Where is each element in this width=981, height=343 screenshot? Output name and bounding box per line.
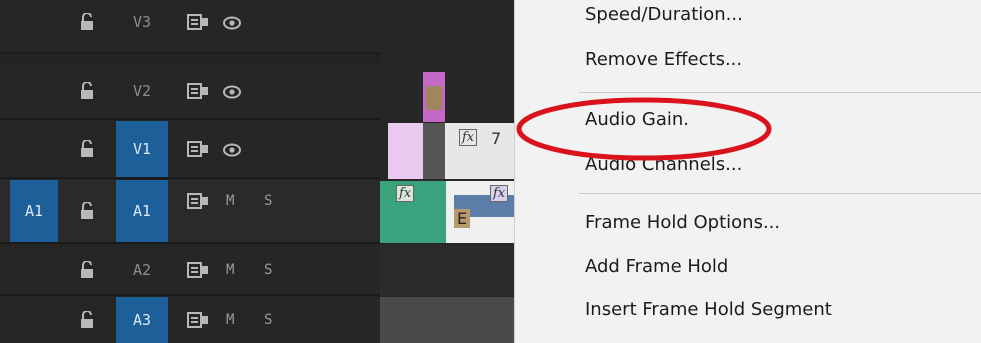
eye-icon[interactable] xyxy=(222,15,242,30)
menu-item-insert-frame-hold-segment[interactable]: Insert Frame Hold Segment xyxy=(585,299,832,320)
track-header-v1: V1 xyxy=(0,121,380,179)
menu-separator xyxy=(579,92,981,93)
context-menu: Speed/Duration... Remove Effects... Audi… xyxy=(514,0,981,343)
track-header-a1: A1 A1 M S xyxy=(0,180,380,244)
lock-open-icon[interactable] xyxy=(80,82,94,100)
track-header-a3: A3 M S xyxy=(0,297,380,343)
solo-button[interactable]: S xyxy=(264,262,272,278)
track-target-a3[interactable]: A3 xyxy=(116,297,168,343)
mute-button[interactable]: M xyxy=(226,262,234,278)
track-target-v1[interactable]: V1 xyxy=(116,121,168,177)
clip-v2[interactable] xyxy=(423,72,445,122)
lane-a2 xyxy=(380,245,520,296)
track-header-v2: V2 xyxy=(0,64,380,120)
track-target-v3[interactable]: V3 xyxy=(116,0,168,52)
lock-open-icon[interactable] xyxy=(80,202,94,220)
sync-lock-icon[interactable] xyxy=(187,14,209,30)
track-target-a2[interactable]: A2 xyxy=(116,245,168,294)
fx-badge: fx xyxy=(490,185,509,202)
track-header-v3: V3 xyxy=(0,0,380,54)
mute-button[interactable]: M xyxy=(226,193,234,209)
sync-lock-icon[interactable] xyxy=(187,193,209,210)
track-header-a2: A2 M S xyxy=(0,245,380,296)
lane-a3 xyxy=(380,297,520,343)
clip-v1-dark[interactable] xyxy=(423,123,445,179)
sync-lock-icon[interactable] xyxy=(187,312,209,328)
timeline-clip-area[interactable]: fx 7 fx fx E xyxy=(380,0,520,343)
lock-open-icon[interactable] xyxy=(80,311,94,329)
clip-v1-pink[interactable] xyxy=(388,123,423,179)
solo-button[interactable]: S xyxy=(264,312,272,328)
menu-item-frame-hold-options[interactable]: Frame Hold Options... xyxy=(585,212,780,233)
track-target-a1[interactable]: A1 xyxy=(116,180,168,242)
track-header-panel: V3 V2 V1 A1 A1 M S A2 M S A3 M S xyxy=(0,0,380,343)
menu-item-speed-duration[interactable]: Speed/Duration... xyxy=(585,4,743,25)
sync-lock-icon[interactable] xyxy=(187,83,209,99)
mute-button[interactable]: M xyxy=(226,312,234,328)
lock-open-icon[interactable] xyxy=(80,140,94,158)
eye-icon[interactable] xyxy=(222,142,242,157)
source-patch-a1[interactable]: A1 xyxy=(10,180,58,242)
clip-label: 7 xyxy=(491,129,502,148)
fx-badge: fx xyxy=(396,185,415,202)
solo-button[interactable]: S xyxy=(264,193,272,209)
menu-item-audio-gain[interactable]: Audio Gain. xyxy=(585,109,689,130)
menu-item-add-frame-hold[interactable]: Add Frame Hold xyxy=(585,256,728,277)
menu-item-audio-channels[interactable]: Audio Channels... xyxy=(585,154,742,175)
clip-v1-main[interactable]: fx 7 xyxy=(445,123,520,179)
eye-icon[interactable] xyxy=(222,84,242,99)
sync-lock-icon[interactable] xyxy=(187,141,209,157)
clip-label: E xyxy=(454,209,471,228)
fx-badge: fx xyxy=(459,129,478,146)
sync-lock-icon[interactable] xyxy=(187,261,209,278)
lock-open-icon[interactable] xyxy=(80,260,94,279)
lock-open-icon[interactable] xyxy=(80,13,94,31)
clip-a1-main[interactable]: fx E xyxy=(446,181,520,243)
track-target-v2[interactable]: V2 xyxy=(116,64,168,118)
menu-item-remove-effects[interactable]: Remove Effects... xyxy=(585,49,742,70)
clip-a1-green[interactable]: fx xyxy=(380,181,446,243)
menu-separator xyxy=(579,193,981,194)
